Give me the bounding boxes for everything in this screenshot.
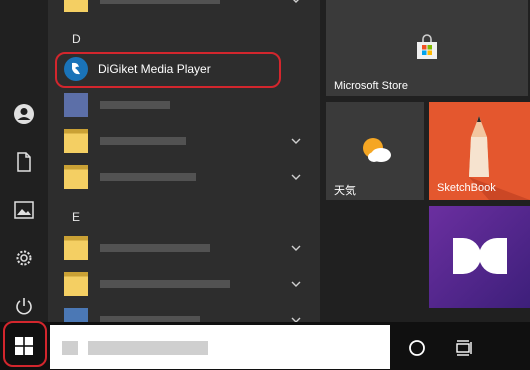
list-item-label (100, 173, 196, 181)
tile-microsoft-store[interactable]: Microsoft Store (326, 0, 528, 96)
folder-icon (64, 165, 88, 189)
documents-button[interactable] (0, 138, 48, 186)
highlight-box-app (55, 52, 281, 88)
chevron-down-icon (291, 174, 301, 180)
power-icon (16, 298, 32, 315)
tiles-area: Microsoft Store 天気 SketchBook (320, 0, 530, 322)
weather-sun-cloud-icon (363, 138, 391, 162)
tile-weather[interactable]: 天気 (326, 102, 424, 200)
folder-icon (64, 0, 88, 12)
list-header-d[interactable]: D (72, 32, 81, 46)
document-icon (17, 152, 31, 172)
list-item-label (100, 280, 230, 288)
list-item-label (100, 0, 220, 4)
tile-label: Microsoft Store (334, 80, 408, 92)
list-item[interactable] (48, 302, 320, 322)
list-item-label (100, 137, 186, 145)
list-item[interactable] (48, 266, 320, 302)
dolby-icon (453, 238, 507, 274)
list-item-label (100, 101, 170, 109)
chevron-down-icon (291, 281, 301, 287)
list-item[interactable] (48, 159, 320, 195)
app-icon (64, 93, 88, 117)
chevron-down-icon (291, 317, 301, 322)
user-icon (14, 104, 34, 124)
search-text (88, 341, 208, 355)
folder-icon (64, 129, 88, 153)
chevron-down-icon (291, 138, 301, 144)
gear-icon (16, 250, 32, 266)
picture-icon (14, 201, 34, 219)
list-header-e[interactable]: E (72, 210, 80, 224)
tile-label: SketchBook (437, 182, 496, 194)
pictures-button[interactable] (0, 186, 48, 234)
chevron-down-icon (293, 0, 299, 3)
list-item-label (100, 244, 210, 252)
circle-icon[interactable] (408, 339, 426, 357)
task-view-icon[interactable] (456, 339, 474, 357)
settings-button[interactable] (0, 234, 48, 282)
app-icon (64, 308, 88, 322)
shopping-bag-icon (417, 34, 437, 59)
taskbar-search-box[interactable] (50, 325, 390, 369)
list-item[interactable] (48, 230, 320, 266)
search-text (62, 341, 78, 355)
folder-icon (64, 236, 88, 260)
start-menu-rail (0, 0, 48, 322)
list-item[interactable] (48, 123, 320, 159)
list-item[interactable] (48, 0, 320, 18)
chevron-down-icon (291, 245, 301, 251)
tile-label: 天気 (334, 185, 356, 197)
folder-icon (64, 272, 88, 296)
tile-dolby[interactable] (429, 206, 530, 308)
app-list: D E (48, 0, 320, 322)
user-account-button[interactable] (0, 90, 48, 138)
highlight-box-start (3, 321, 47, 367)
list-item[interactable] (48, 87, 320, 123)
tile-sketchbook[interactable]: SketchBook (429, 102, 530, 200)
